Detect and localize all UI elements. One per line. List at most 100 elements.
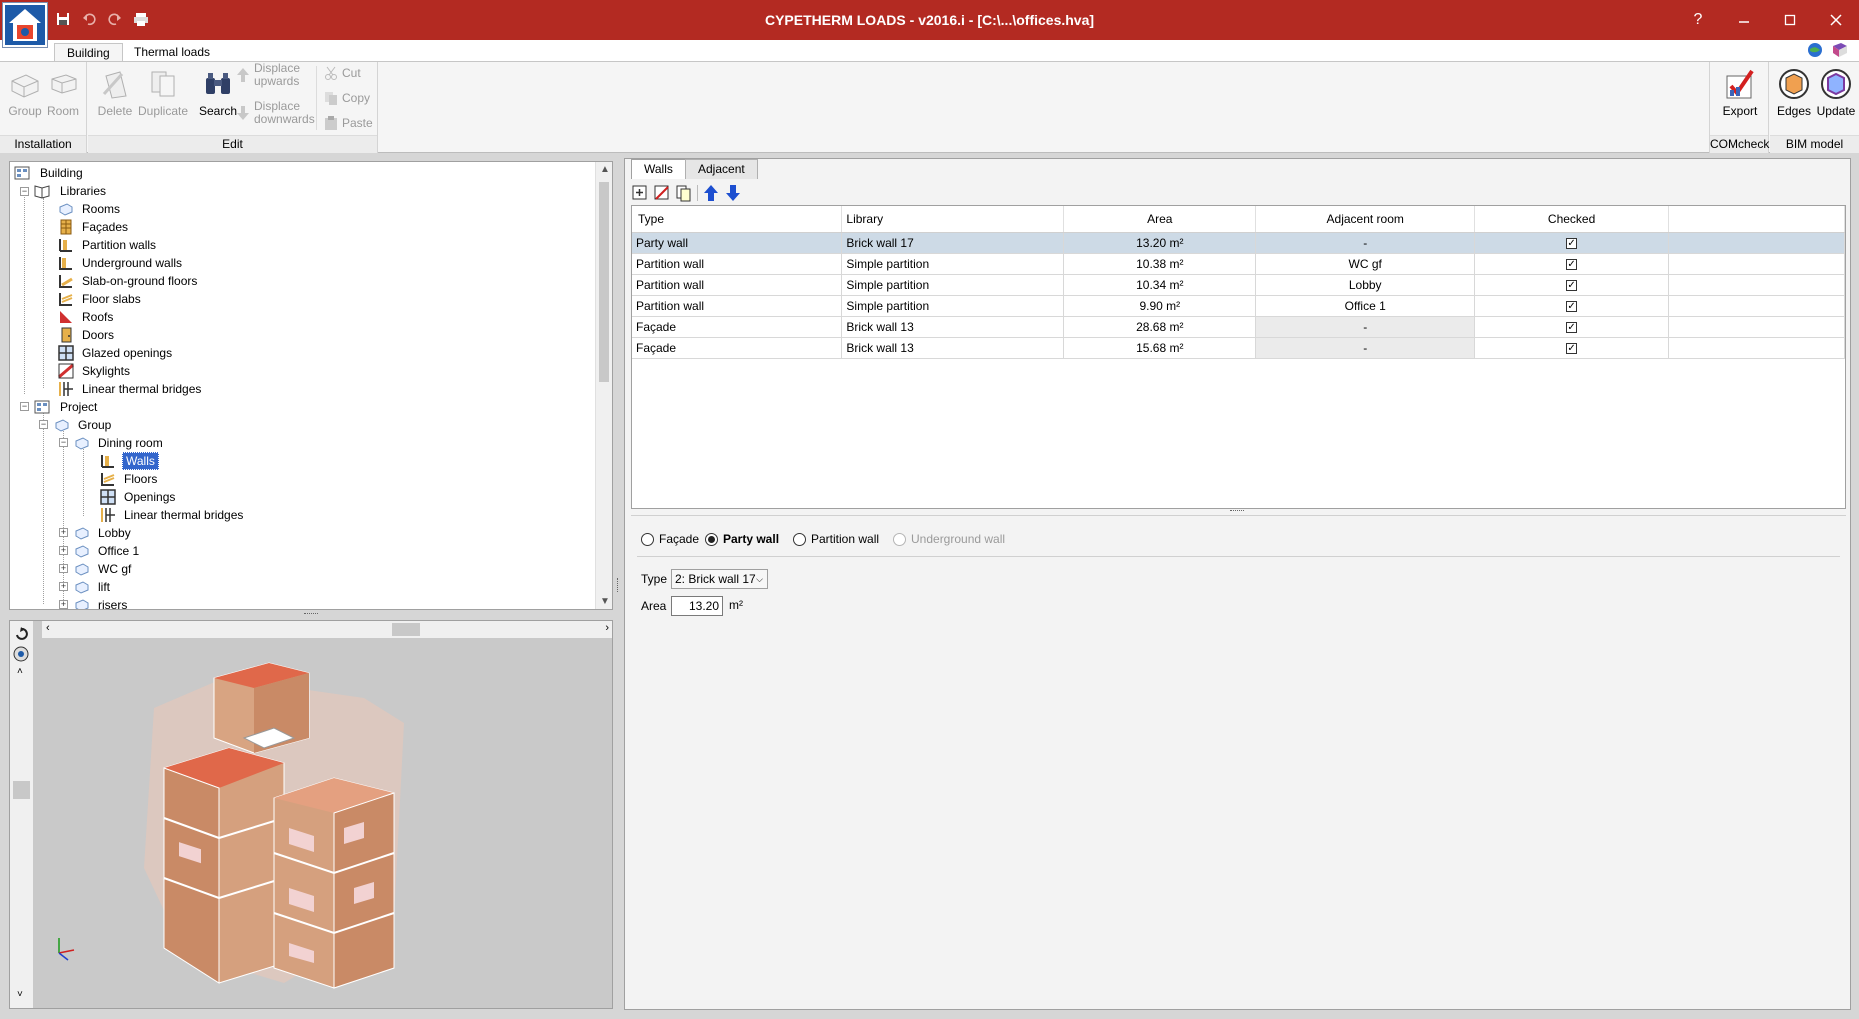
tree-node-building[interactable]: Building xyxy=(14,164,83,182)
delete-button[interactable]: Delete xyxy=(93,62,137,132)
cell-library[interactable]: Simple partition xyxy=(841,274,1065,296)
tab-walls[interactable]: Walls xyxy=(631,159,686,179)
cell-checked[interactable]: ✓ xyxy=(1474,253,1670,275)
tree-node-roofs-library[interactable]: Roofs xyxy=(58,308,113,326)
cut-button[interactable]: Cut xyxy=(324,64,361,82)
search-button[interactable]: Search xyxy=(196,62,240,132)
table-row[interactable]: Party wall Brick wall 17 13.20 m² - ✓ xyxy=(632,232,1845,254)
tree-node-partition-walls-library[interactable]: Partition walls xyxy=(58,236,156,254)
displace-downwards-button[interactable]: Displace downwards xyxy=(236,100,315,126)
cell-adjacent-room[interactable]: - xyxy=(1255,232,1476,254)
copy-row-icon[interactable] xyxy=(675,184,693,202)
tree-node-facades-library[interactable]: Façades xyxy=(58,218,128,236)
expand-lift-toggle[interactable]: + xyxy=(59,582,68,591)
cell-library[interactable]: Brick wall 13 xyxy=(841,337,1065,359)
scroll-down-icon[interactable]: ˅ xyxy=(17,989,23,1000)
grid-splitter[interactable] xyxy=(1230,510,1244,513)
column-header-area[interactable]: Area xyxy=(1063,206,1257,233)
scroll-up-icon[interactable]: ˄ xyxy=(17,666,23,677)
view-eye-icon[interactable] xyxy=(13,646,29,665)
checked-checkbox[interactable]: ✓ xyxy=(1566,279,1578,291)
copy-button[interactable]: Copy xyxy=(324,89,370,107)
vertical-splitter[interactable] xyxy=(617,578,620,592)
3d-vertical-scroll-thumb[interactable] xyxy=(13,781,30,799)
cell-type[interactable]: Party wall xyxy=(632,232,843,254)
cell-adjacent-room[interactable]: Lobby xyxy=(1255,274,1476,296)
tree-node-office-1[interactable]: Office 1 xyxy=(74,542,139,560)
area-input[interactable]: 13.20 xyxy=(671,596,723,616)
expand-risers-toggle[interactable]: + xyxy=(59,600,68,609)
scroll-right-icon[interactable]: › xyxy=(605,622,609,634)
export-button[interactable]: Export xyxy=(1718,62,1762,132)
close-icon[interactable] xyxy=(1813,0,1859,40)
expand-office-1-toggle[interactable]: + xyxy=(59,546,68,555)
tree-node-lift[interactable]: lift xyxy=(74,578,110,596)
cell-area[interactable]: 15.68 m² xyxy=(1063,337,1257,359)
cell-type[interactable]: Partition wall xyxy=(632,295,843,317)
3d-view[interactable]: ˄ ˅ ‹ › xyxy=(9,620,613,1009)
cell-library[interactable]: Brick wall 17 xyxy=(841,232,1065,254)
tree-node-libraries[interactable]: Libraries xyxy=(34,182,106,200)
table-row[interactable]: Partition wall Simple partition 9.90 m² … xyxy=(632,295,1845,317)
tree-node-skylights-library[interactable]: Skylights xyxy=(58,362,130,380)
tree-node-risers[interactable]: risers xyxy=(74,596,127,609)
scroll-up-icon[interactable]: ▲ xyxy=(600,164,610,175)
expand-wc-gf-toggle[interactable]: + xyxy=(59,564,68,573)
tree-node-rooms-library[interactable]: Rooms xyxy=(58,200,120,218)
tree-scroll-thumb[interactable] xyxy=(599,182,609,382)
cell-type[interactable]: Façade xyxy=(632,316,843,338)
table-row[interactable]: Partition wall Simple partition 10.38 m²… xyxy=(632,253,1845,275)
app-logo-icon[interactable] xyxy=(2,2,48,48)
tree-node-lobby[interactable]: Lobby xyxy=(74,524,131,542)
tree-node-floor-slabs-library[interactable]: Floor slabs xyxy=(58,290,141,308)
edges-button[interactable]: Edges xyxy=(1772,62,1816,132)
cell-type[interactable]: Partition wall xyxy=(632,253,843,275)
rotate-icon[interactable] xyxy=(14,627,28,644)
maximize-icon[interactable] xyxy=(1767,0,1813,40)
tree-node-openings[interactable]: Openings xyxy=(100,488,175,506)
update-button[interactable]: Update xyxy=(1814,62,1858,132)
cell-area[interactable]: 10.38 m² xyxy=(1063,253,1257,275)
cell-type[interactable]: Façade xyxy=(632,337,843,359)
book-icon[interactable] xyxy=(1831,42,1849,61)
room-button[interactable]: Room xyxy=(41,62,85,132)
column-header-adjacent-room[interactable]: Adjacent room xyxy=(1255,206,1476,233)
tree-scrollbar[interactable]: ▲ ▼ xyxy=(595,162,612,609)
checked-checkbox[interactable]: ✓ xyxy=(1566,321,1578,333)
cell-type[interactable]: Partition wall xyxy=(632,274,843,296)
cell-area[interactable]: 28.68 m² xyxy=(1063,316,1257,338)
tree-node-project[interactable]: Project xyxy=(34,398,97,416)
tree-node-wc-gf[interactable]: WC gf xyxy=(74,560,131,578)
collapse-libraries-toggle[interactable]: − xyxy=(20,187,29,196)
cell-library[interactable]: Simple partition xyxy=(841,295,1065,317)
tree-node-underground-walls-library[interactable]: Underground walls xyxy=(58,254,182,272)
horizontal-splitter[interactable] xyxy=(304,613,318,616)
cell-checked[interactable]: ✓ xyxy=(1474,274,1670,296)
move-down-icon[interactable] xyxy=(724,184,742,202)
type-select[interactable]: 2: Brick wall 17 ⌵ xyxy=(671,569,768,589)
collapse-project-toggle[interactable]: − xyxy=(20,402,29,411)
cell-adjacent-room[interactable]: WC gf xyxy=(1255,253,1476,275)
cell-area[interactable]: 10.34 m² xyxy=(1063,274,1257,296)
radio-partition-wall[interactable]: Partition wall xyxy=(793,532,879,546)
tab-building[interactable]: Building xyxy=(54,43,123,63)
checked-checkbox[interactable]: ✓ xyxy=(1566,342,1578,354)
scroll-left-icon[interactable]: ‹ xyxy=(46,622,50,634)
cell-adjacent-room[interactable]: Office 1 xyxy=(1255,295,1476,317)
print-icon[interactable] xyxy=(130,8,152,30)
minimize-icon[interactable] xyxy=(1721,0,1767,40)
3d-horizontal-scroll-thumb[interactable] xyxy=(392,623,420,636)
tree-node-walls[interactable]: Walls xyxy=(100,452,159,470)
cell-library[interactable]: Brick wall 13 xyxy=(841,316,1065,338)
tree-node-doors-library[interactable]: Doors xyxy=(58,326,114,344)
displace-upwards-button[interactable]: Displace upwards xyxy=(236,62,300,88)
radio-facade[interactable]: Façade xyxy=(641,532,699,546)
tree-node-linear-thermal-bridges[interactable]: Linear thermal bridges xyxy=(100,506,243,524)
move-up-icon[interactable] xyxy=(702,184,720,202)
tree-node-slab-on-ground-floors-library[interactable]: Slab-on-ground floors xyxy=(58,272,197,290)
tree-node-group[interactable]: Group xyxy=(54,416,111,434)
table-row[interactable]: Façade Brick wall 13 15.68 m² - ✓ xyxy=(632,337,1845,359)
undo-icon[interactable] xyxy=(78,8,100,30)
scroll-down-icon[interactable]: ▼ xyxy=(600,596,610,607)
save-icon[interactable] xyxy=(52,8,74,30)
